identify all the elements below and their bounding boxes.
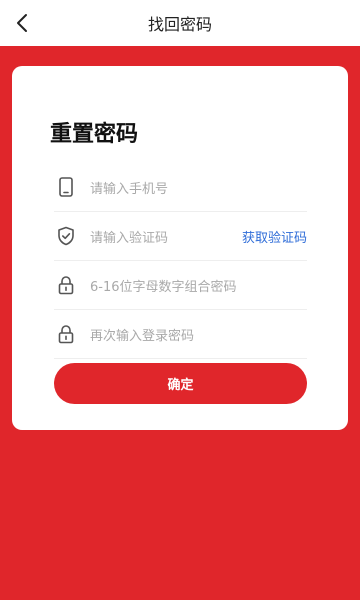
phone-field[interactable]: 请输入手机号 — [54, 163, 307, 212]
chevron-left-icon — [17, 14, 27, 32]
verification-code-placeholder: 请输入验证码 — [90, 230, 169, 246]
lock-icon — [56, 275, 76, 295]
page-title: 找回密码 — [147, 15, 212, 34]
form-heading: 重置密码 — [50, 122, 139, 147]
new-password-field[interactable]: 6-16位字母数字组合密码 — [54, 261, 307, 310]
phone-icon — [56, 177, 76, 197]
top-nav-bar: 找回密码 — [0, 0, 360, 46]
phone-input-placeholder: 请输入手机号 — [90, 181, 169, 197]
verification-code-field[interactable]: 请输入验证码 获取验证码 — [54, 212, 307, 261]
confirm-button[interactable]: 确定 — [54, 363, 307, 404]
reset-password-card: 重置密码 请输入手机号 请输入验证码 获取验证码 6-16位字母数字组合密码 再… — [12, 66, 348, 430]
confirm-password-field[interactable]: 再次输入登录密码 — [54, 310, 307, 359]
back-button[interactable] — [10, 11, 34, 35]
lock-icon — [56, 324, 76, 344]
new-password-placeholder: 6-16位字母数字组合密码 — [90, 279, 237, 295]
confirm-password-placeholder: 再次输入登录密码 — [90, 328, 195, 344]
get-verification-code-button[interactable]: 获取验证码 — [242, 227, 307, 246]
shield-check-icon — [56, 226, 76, 246]
